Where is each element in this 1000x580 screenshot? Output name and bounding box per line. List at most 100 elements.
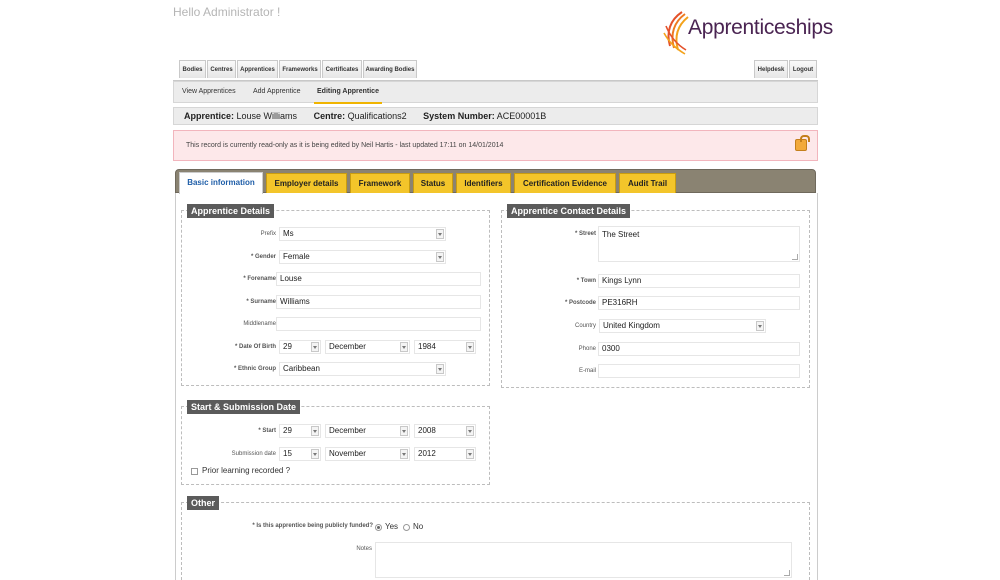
- dob-day-select[interactable]: 29: [279, 340, 321, 354]
- submission-day-select[interactable]: 15: [279, 447, 321, 461]
- surname-label: * Surname: [246, 299, 276, 305]
- street-textarea[interactable]: The Street: [598, 226, 800, 262]
- centre-label: Centre:: [313, 111, 346, 121]
- chevron-down-icon: [436, 364, 444, 374]
- apprenticeships-logo: Apprenticeships: [660, 6, 833, 58]
- start-day-select[interactable]: 29: [279, 424, 321, 438]
- prefix-label: Prefix: [260, 231, 276, 237]
- centre-name: Qualifications2: [347, 111, 407, 121]
- forename-input[interactable]: Louse: [276, 272, 481, 286]
- other-legend: Other: [187, 496, 220, 510]
- start-year-value: 2008: [418, 426, 436, 435]
- logo-swirl-icon: [663, 11, 689, 55]
- prefix-value: Ms: [283, 229, 294, 238]
- country-select[interactable]: United Kingdom: [599, 319, 766, 333]
- content-tabs: Basic information Employer details Frame…: [175, 169, 816, 194]
- nav-tab-frameworks[interactable]: Frameworks: [279, 60, 321, 78]
- prior-learning-label: Prior learning recorded ?: [202, 466, 291, 475]
- resize-handle-icon[interactable]: [792, 254, 798, 260]
- notes-textarea[interactable]: [375, 542, 792, 578]
- surname-input[interactable]: Williams: [276, 295, 481, 309]
- tab-framework[interactable]: Framework: [350, 173, 410, 193]
- nav-tab-bodies[interactable]: Bodies: [179, 60, 206, 78]
- gender-label: * Gender: [250, 254, 276, 260]
- chevron-down-icon: [436, 252, 444, 262]
- apprentice-details-legend: Apprentice Details: [187, 204, 275, 218]
- street-label: * Street: [574, 231, 596, 237]
- apprentice-label: Apprentice:: [184, 111, 235, 121]
- chevron-down-icon: [436, 229, 444, 239]
- nav-tab-centres[interactable]: Centres: [207, 60, 236, 78]
- alert-message: This record is currently read-only as it…: [186, 142, 504, 149]
- funded-yes-label: Yes: [385, 522, 399, 531]
- chevron-down-icon: [400, 449, 408, 459]
- middlename-input[interactable]: [276, 317, 481, 331]
- tab-audit-trail[interactable]: Audit Trail: [619, 173, 676, 193]
- subnav-editing-apprentice[interactable]: Editing Apprentice: [314, 82, 382, 104]
- start-year-select[interactable]: 2008: [414, 424, 476, 438]
- dob-month-select[interactable]: December: [325, 340, 410, 354]
- country-label: Country: [574, 323, 596, 329]
- publicly-funded-label: * Is this apprentice being publicly fund…: [252, 523, 373, 529]
- dob-label: * Date Of Birth: [234, 344, 276, 350]
- dob-month-value: December: [329, 342, 366, 351]
- subnav-add-apprentice[interactable]: Add Apprentice: [253, 82, 300, 102]
- postcode-input[interactable]: PE316RH: [598, 296, 800, 310]
- gender-select[interactable]: Female: [279, 250, 446, 264]
- street-value: The Street: [602, 230, 640, 239]
- email-input[interactable]: [598, 364, 800, 378]
- tab-identifiers[interactable]: Identifiers: [456, 173, 511, 193]
- system-number: ACE00001B: [496, 111, 547, 121]
- tab-status[interactable]: Status: [413, 173, 453, 193]
- start-label: * Start: [258, 428, 276, 434]
- forename-label: * Forename: [243, 276, 276, 282]
- middlename-label: Middlename: [243, 321, 276, 327]
- sub-nav: View Apprentices Add Apprentice Editing …: [173, 81, 818, 104]
- submission-day-value: 15: [283, 449, 292, 458]
- lock-icon[interactable]: [795, 135, 810, 151]
- tab-certification-evidence[interactable]: Certification Evidence: [514, 173, 616, 193]
- chevron-down-icon: [400, 342, 408, 352]
- nav-tab-certificates[interactable]: Certificates: [322, 60, 362, 78]
- greeting: Hello Administrator !: [173, 5, 281, 19]
- resize-handle-icon[interactable]: [784, 570, 790, 576]
- dob-year-select[interactable]: 1984: [414, 340, 476, 354]
- record-summary: Apprentice: Louse Williams Centre: Quali…: [173, 107, 818, 125]
- notes-label: Notes: [356, 546, 372, 552]
- chevron-down-icon: [400, 426, 408, 436]
- submission-month-select[interactable]: November: [325, 447, 410, 461]
- logo-text: Apprenticeships: [688, 16, 833, 39]
- dob-day-value: 29: [283, 342, 292, 351]
- subnav-view-apprentices[interactable]: View Apprentices: [182, 82, 236, 102]
- contact-details-legend: Apprentice Contact Details: [507, 204, 631, 218]
- submission-year-select[interactable]: 2012: [414, 447, 476, 461]
- tab-employer-details[interactable]: Employer details: [266, 173, 347, 193]
- nav-tab-awarding-bodies[interactable]: Awarding Bodies: [363, 60, 417, 78]
- gender-value: Female: [283, 252, 310, 261]
- main-nav: Bodies Centres Apprentices Frameworks Ce…: [173, 60, 818, 81]
- phone-input[interactable]: 0300: [598, 342, 800, 356]
- nav-tab-helpdesk[interactable]: Helpdesk: [754, 60, 788, 78]
- start-submission-legend: Start & Submission Date: [187, 400, 301, 414]
- chevron-down-icon: [466, 342, 474, 352]
- prior-learning-checkbox[interactable]: [191, 468, 198, 475]
- town-label: * Town: [576, 278, 596, 284]
- start-month-select[interactable]: December: [325, 424, 410, 438]
- chevron-down-icon: [756, 321, 764, 331]
- town-input[interactable]: Kings Lynn: [598, 274, 800, 288]
- ethnic-group-select[interactable]: Caribbean: [279, 362, 446, 376]
- funded-no-radio[interactable]: [403, 524, 410, 531]
- submission-month-value: November: [329, 449, 366, 458]
- start-day-value: 29: [283, 426, 292, 435]
- apprentice-name: Louse Williams: [236, 111, 298, 121]
- nav-tab-logout[interactable]: Logout: [789, 60, 817, 78]
- submission-date-label: Submission date: [231, 451, 276, 457]
- chevron-down-icon: [466, 449, 474, 459]
- dob-year-value: 1984: [418, 342, 436, 351]
- prefix-select[interactable]: Ms: [279, 227, 446, 241]
- nav-tab-apprentices[interactable]: Apprentices: [237, 60, 278, 78]
- chevron-down-icon: [311, 342, 319, 352]
- funded-yes-radio[interactable]: [375, 524, 382, 531]
- funded-no-label: No: [413, 522, 424, 531]
- tab-basic-information[interactable]: Basic information: [179, 172, 263, 194]
